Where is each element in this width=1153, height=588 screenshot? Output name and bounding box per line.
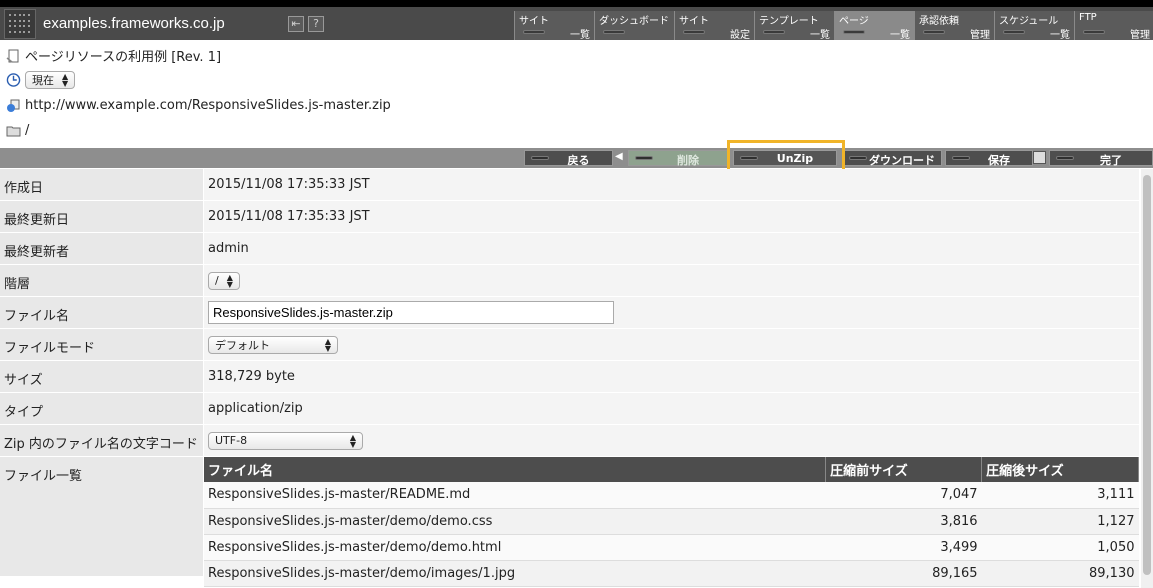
col-uncompressed-size[interactable]: 圧縮前サイズ — [825, 457, 983, 482]
triangle-left-icon: ◀ — [615, 151, 623, 162]
select-arrows-icon: ▲ ▼ — [324, 336, 331, 353]
prop-row-modified: 最終更新日 2015/11/08 17:35:33 JST — [0, 201, 1139, 233]
folder-line: / — [6, 123, 29, 138]
folder-icon — [6, 126, 21, 136]
led-indicator-icon — [523, 30, 545, 34]
time-line: 現在 ▲ ▼ — [6, 71, 76, 89]
select-arrows-icon: ▲ ▼ — [226, 272, 233, 289]
size-value: 318,729 byte — [204, 361, 1139, 392]
delete-button[interactable]: 削除 — [628, 150, 728, 167]
col-compressed-size[interactable]: 圧縮後サイズ — [981, 457, 1139, 482]
page-title-line: ページリソースの利用例 [Rev. 1] — [6, 46, 221, 65]
level-select[interactable]: / ▲ ▼ — [208, 271, 240, 290]
modified-value: 2015/11/08 17:35:33 JST — [204, 201, 1139, 232]
prop-row-size: サイズ 318,729 byte — [0, 361, 1139, 393]
menu-item-6[interactable]: スケジュール 一覧 — [994, 11, 1074, 41]
main-menu: サイト 一覧 ダッシュボード サイト 設定 テンプレート 一覧 ページ 一覧 承認依頼 管理 スケジュ… — [514, 11, 1153, 47]
arrow-back-icon[interactable]: ⇤ — [288, 16, 304, 32]
filemode-select[interactable]: デフォルト ▲ ▼ — [208, 335, 338, 354]
type-value: application/zip — [204, 393, 1139, 424]
prop-row-level: 階層 / ▲ ▼ — [0, 265, 1139, 297]
file-list-table: ファイル名 圧縮前サイズ 圧縮後サイズ ResponsiveSlides.js-… — [204, 457, 1139, 587]
resource-url[interactable]: http://www.example.com/ResponsiveSlides.… — [25, 98, 391, 113]
prop-row-filename: ファイル名 — [0, 297, 1139, 329]
save-disk-icon[interactable] — [1033, 151, 1046, 164]
prop-row-encoding: Zip 内のファイル名の文字コード UTF-8 ▲ ▼ — [0, 425, 1139, 457]
top-bar: examples.frameworks.co.jp ⇤ ? サイト 一覧 ダッシュボ… — [0, 0, 1153, 41]
page-doc-icon — [6, 49, 19, 63]
help-icon[interactable]: ? — [308, 16, 324, 32]
col-filename[interactable]: ファイル名 — [204, 457, 827, 482]
folder-path[interactable]: / — [25, 123, 29, 138]
led-indicator-icon — [603, 30, 625, 34]
select-arrows-icon: ▲ ▼ — [349, 432, 356, 449]
table-row[interactable]: ResponsiveSlides.js-master/demo/demo.htm… — [204, 534, 1139, 561]
prop-row-filemode: ファイルモード デフォルト ▲ ▼ — [0, 329, 1139, 361]
menu-item-1[interactable]: ダッシュボード — [594, 11, 674, 40]
url-line: http://www.example.com/ResponsiveSlides.… — [6, 98, 391, 113]
prop-row-type: タイプ application/zip — [0, 393, 1139, 425]
led-indicator-icon — [1003, 30, 1025, 34]
back-button[interactable]: 戻る — [524, 150, 613, 167]
grid-logo-icon[interactable] — [4, 9, 36, 39]
prop-row-modifier: 最終更新者 admin — [0, 233, 1139, 265]
created-value: 2015/11/08 17:35:33 JST — [204, 169, 1139, 200]
clock-icon — [6, 73, 21, 87]
modifier-value: admin — [204, 233, 1139, 264]
table-row[interactable]: ResponsiveSlides.js-master/demo/images/1… — [204, 560, 1139, 587]
led-indicator-icon — [683, 30, 705, 34]
vertical-scrollbar[interactable] — [1141, 169, 1153, 588]
menu-item-2[interactable]: サイト 設定 — [674, 11, 754, 41]
time-select[interactable]: 現在 ▲ ▼ — [25, 71, 76, 89]
menu-item-3[interactable]: テンプレート 一覧 — [754, 11, 834, 41]
download-button[interactable]: ダウンロード — [842, 150, 942, 167]
save-button[interactable]: 保存 — [945, 150, 1033, 167]
encoding-select[interactable]: UTF-8 ▲ ▼ — [208, 431, 363, 450]
menu-item-7[interactable]: FTP 管理 — [1074, 11, 1153, 41]
led-indicator-icon — [923, 30, 945, 34]
page-title: ページリソースの利用例 [Rev. 1] — [25, 50, 222, 65]
link-url-icon — [7, 99, 20, 112]
menu-item-0[interactable]: サイト 一覧 — [514, 11, 594, 41]
table-row[interactable]: ResponsiveSlides.js-master/demo/demo.css… — [204, 508, 1139, 535]
led-indicator-icon — [1083, 30, 1105, 34]
unzip-button[interactable]: UnZip — [733, 150, 837, 166]
menu-item-4[interactable]: ページ 一覧 — [834, 11, 914, 41]
prop-row-created: 作成日 2015/11/08 17:35:33 JST — [0, 169, 1139, 201]
led-indicator-icon — [843, 30, 865, 34]
menu-item-5[interactable]: 承認依頼 管理 — [914, 11, 994, 41]
select-arrows-icon: ▲ ▼ — [62, 72, 69, 88]
done-button[interactable]: 完了 — [1049, 150, 1153, 167]
action-bar: 戻る ◀ 削除 UnZip ダウンロード 保存 完了 — [0, 148, 1153, 168]
site-domain[interactable]: examples.frameworks.co.jp — [43, 15, 225, 32]
prop-row-filelist: ファイル一覧 ファイル名 圧縮前サイズ 圧縮後サイズ ResponsiveSli… — [0, 457, 1139, 587]
filename-input[interactable] — [208, 301, 614, 324]
property-table: 作成日 2015/11/08 17:35:33 JST 最終更新日 2015/1… — [0, 169, 1139, 587]
table-row[interactable]: ResponsiveSlides.js-master/README.md 7,0… — [204, 482, 1139, 509]
led-indicator-icon — [763, 30, 785, 34]
scroll-thumb[interactable] — [1143, 175, 1151, 575]
